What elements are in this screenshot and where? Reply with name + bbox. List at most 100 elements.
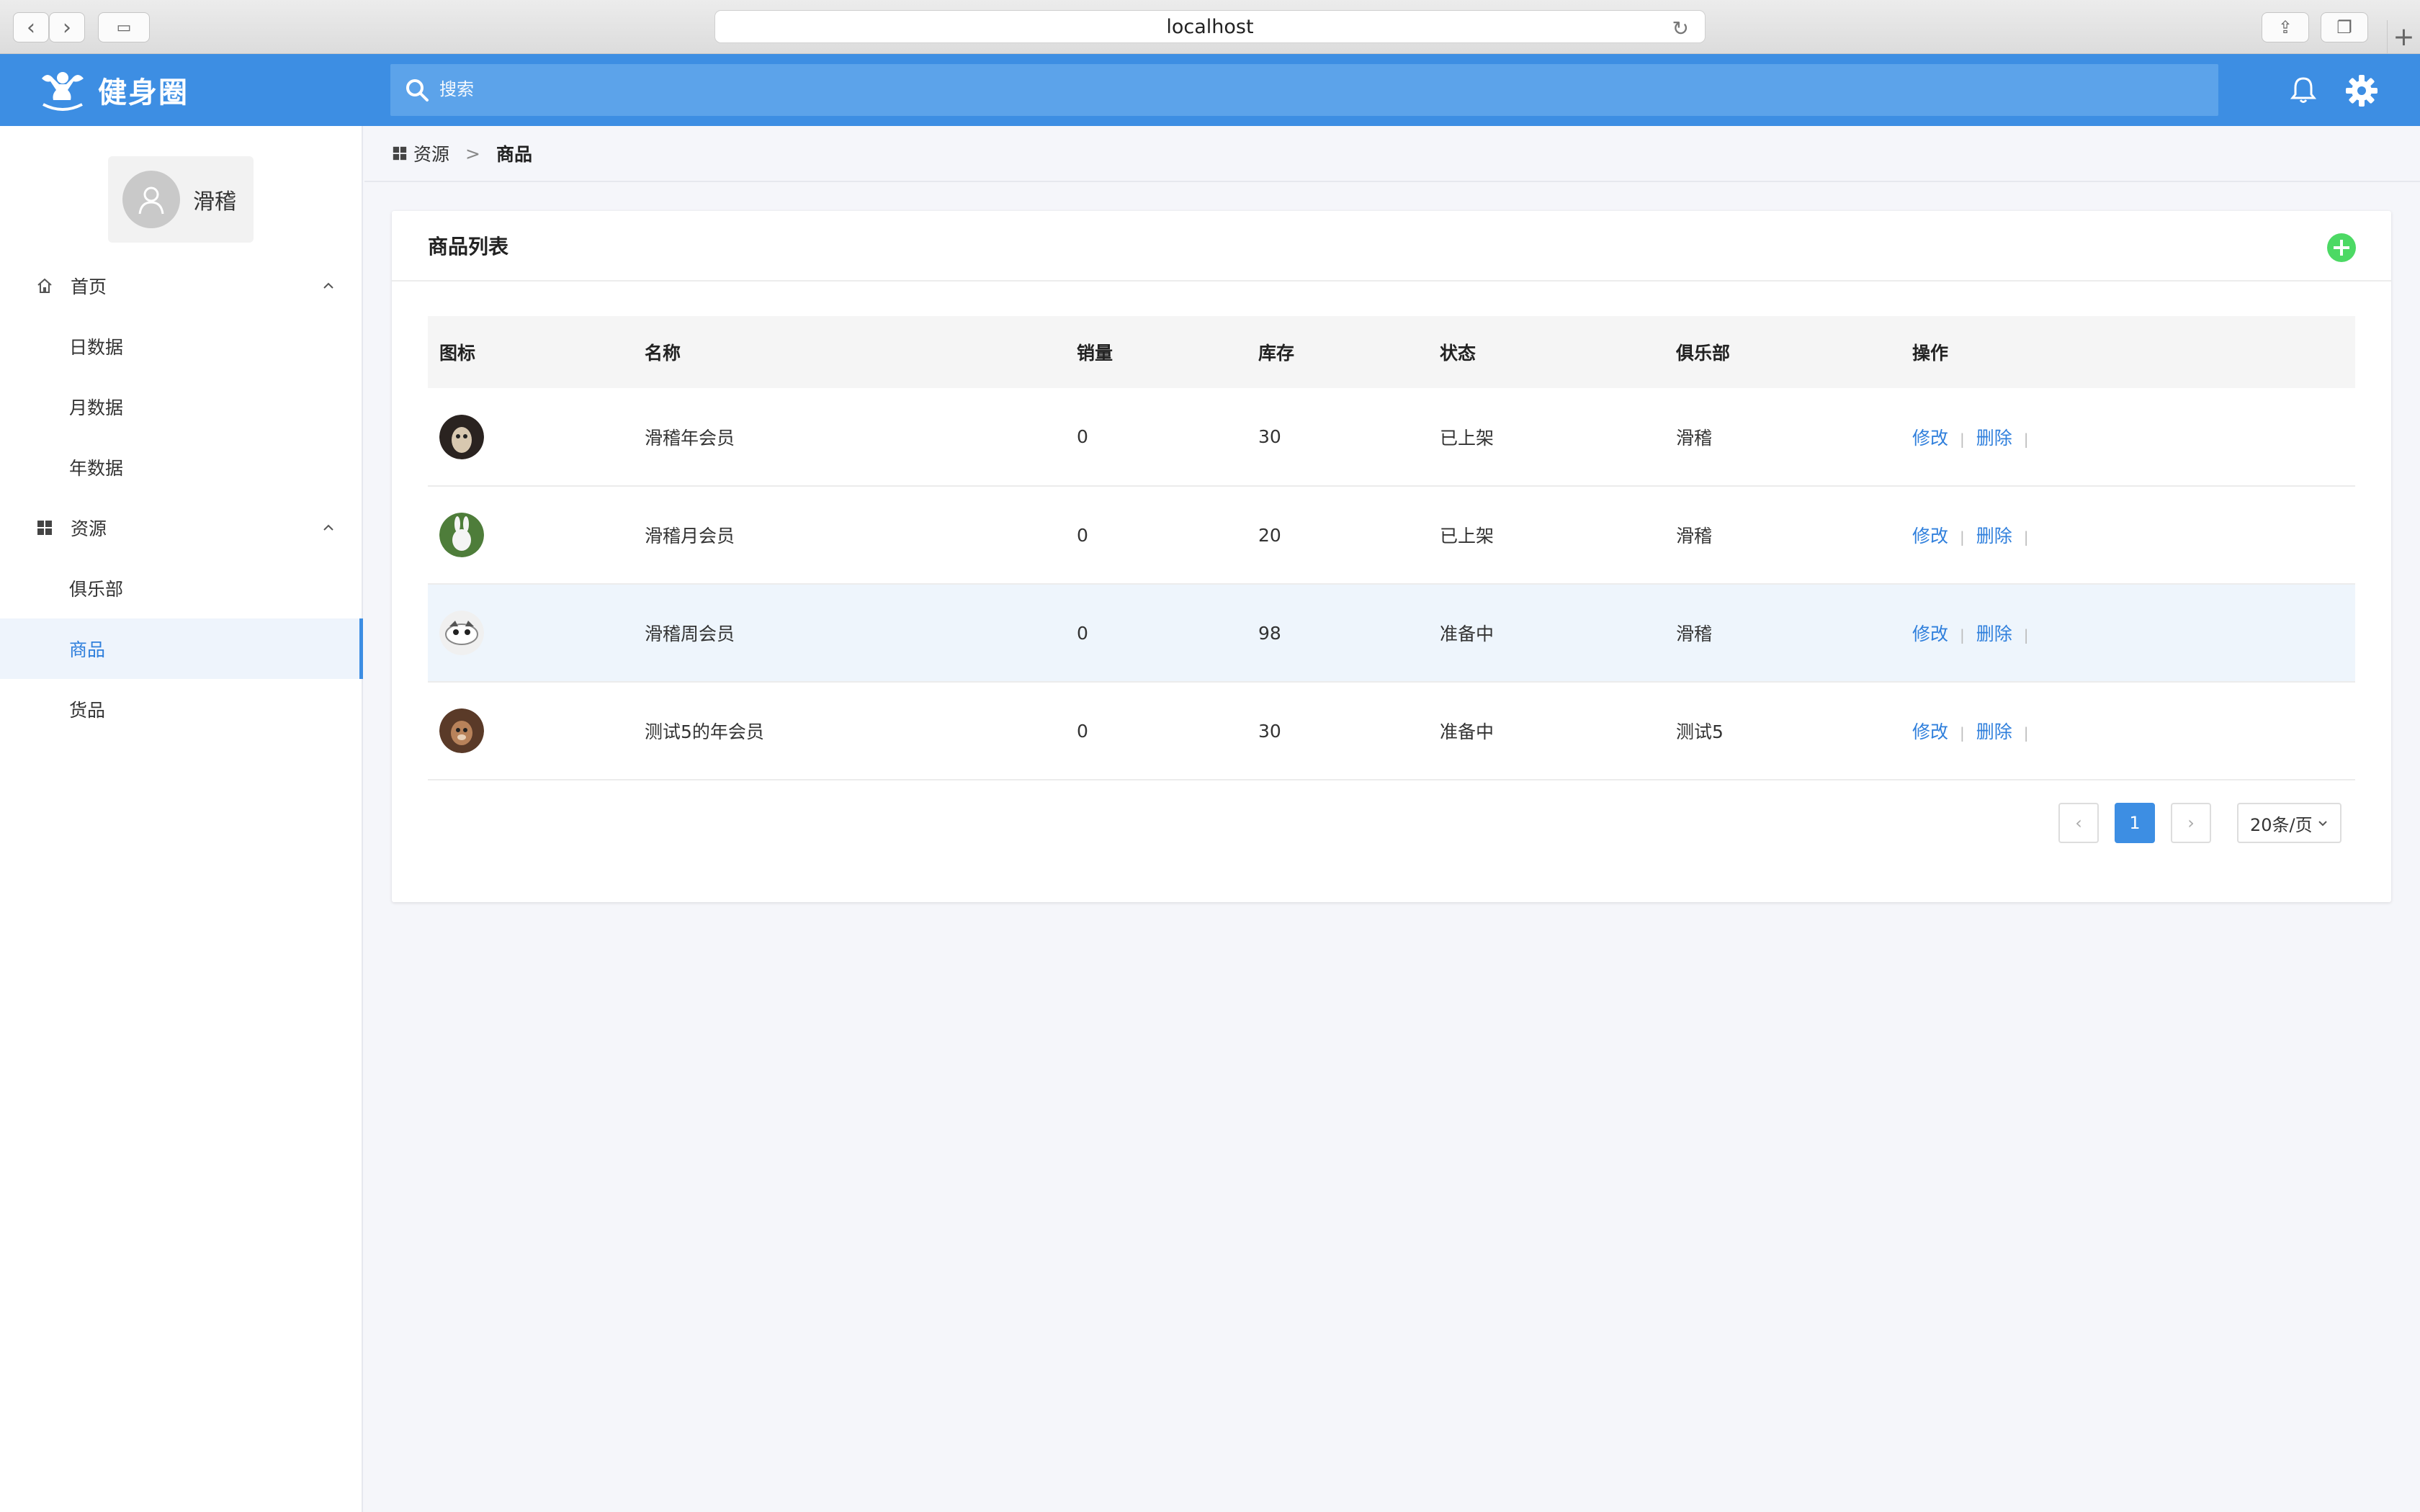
product-stock: 98 xyxy=(1258,622,1281,644)
product-thumbnail xyxy=(439,513,484,557)
product-name: 滑稽年会员 xyxy=(645,427,735,449)
new-tab-icon[interactable]: + xyxy=(2387,20,2420,53)
product-thumbnail xyxy=(439,414,484,459)
delete-button[interactable]: 删除 xyxy=(1976,624,2012,644)
column-header[interactable]: 名称 xyxy=(633,316,1065,388)
edit-button[interactable]: 修改 xyxy=(1912,526,1948,546)
product-status: 准备中 xyxy=(1440,624,1494,644)
column-header[interactable]: 俱乐部 xyxy=(1664,316,1901,388)
breadcrumb-separator: > xyxy=(465,143,480,164)
chevron-down-icon xyxy=(2318,821,2327,827)
app-header: 健身圈 xyxy=(0,54,2420,126)
logo-icon xyxy=(42,72,84,111)
product-name: 滑稽周会员 xyxy=(645,624,735,644)
sidebar-item-label: 俱乐部 xyxy=(69,579,124,600)
action-separator: | xyxy=(2023,430,2029,448)
sidebar-group-label: 首页 xyxy=(71,276,107,297)
share-icon[interactable]: ⇪ xyxy=(2262,12,2309,42)
gear-icon[interactable] xyxy=(2345,74,2378,107)
sidebar-group-resources[interactable]: 资源 xyxy=(0,498,363,558)
url-text: localhost xyxy=(1166,15,1254,38)
sidebar-item-yearly-data[interactable]: 年数据 xyxy=(0,437,363,498)
product-status: 准备中 xyxy=(1440,721,1494,742)
page-size-label: 20条/页 xyxy=(2250,814,2313,835)
sidebar-group-home[interactable]: 首页 xyxy=(0,256,363,316)
breadcrumb-current: 商品 xyxy=(496,144,532,165)
action-separator: | xyxy=(1960,724,1965,742)
user-icon xyxy=(138,186,164,215)
table-header-row: 图标 名称 销量 库存 状态 俱乐部 操作 xyxy=(428,316,2355,388)
address-bar[interactable]: localhost ↻ xyxy=(714,10,1706,43)
page-size-select[interactable]: 20条/页 xyxy=(2237,803,2341,843)
product-thumbnail xyxy=(439,611,484,655)
grid-icon xyxy=(393,146,407,161)
action-separator: | xyxy=(2023,528,2029,546)
edit-button[interactable]: 修改 xyxy=(1912,721,1948,742)
breadcrumb-parent[interactable]: 资源 xyxy=(413,140,449,166)
edit-button[interactable]: 修改 xyxy=(1912,428,1948,449)
action-separator: | xyxy=(2023,724,2029,742)
action-separator: | xyxy=(1960,430,1965,448)
column-header[interactable]: 状态 xyxy=(1428,316,1664,388)
sidebar-item-products[interactable]: 商品 xyxy=(0,618,363,679)
product-club: 滑稽 xyxy=(1676,526,1713,546)
card-header: 商品列表 xyxy=(392,211,2391,282)
column-header[interactable]: 图标 xyxy=(428,316,633,388)
add-product-button[interactable] xyxy=(2326,233,2357,263)
edit-button[interactable]: 修改 xyxy=(1912,624,1948,644)
app-name: 健身圈 xyxy=(98,76,189,109)
column-header[interactable]: 操作 xyxy=(1901,316,2355,388)
product-stock: 20 xyxy=(1258,524,1281,546)
table-row[interactable]: 测试5的年会员 0 30 准备中 测试5 修改 | 删除 | xyxy=(428,682,2355,780)
brand[interactable]: 健身圈 xyxy=(39,68,189,112)
sidebar-item-monthly-data[interactable]: 月数据 xyxy=(0,377,363,437)
browser-toolbar: ‹ › ▭ localhost ↻ ⇪ ❐ + xyxy=(0,0,2420,54)
page-button-current[interactable]: 1 xyxy=(2115,803,2155,843)
search-icon xyxy=(406,79,429,102)
sidebar-item-goods[interactable]: 货品 xyxy=(0,679,363,739)
column-header[interactable]: 销量 xyxy=(1065,316,1247,388)
product-club: 测试5 xyxy=(1676,721,1724,742)
forward-button[interactable]: › xyxy=(49,12,85,42)
sidebar-toggle-icon[interactable]: ▭ xyxy=(98,12,150,42)
column-header[interactable]: 库存 xyxy=(1247,316,1428,388)
table-row[interactable]: 滑稽周会员 0 98 准备中 滑稽 修改 | 删除 | xyxy=(428,584,2355,682)
delete-button[interactable]: 删除 xyxy=(1976,428,2012,449)
avatar xyxy=(122,171,180,228)
action-separator: | xyxy=(1960,528,1965,546)
sidebar-item-clubs[interactable]: 俱乐部 xyxy=(0,558,363,618)
sidebar-group-label: 资源 xyxy=(71,518,107,539)
search-bar[interactable] xyxy=(390,64,2218,116)
table-row[interactable]: 滑稽月会员 0 20 已上架 滑稽 修改 | 删除 | xyxy=(428,486,2355,584)
sidebar-item-label: 年数据 xyxy=(69,458,124,479)
back-button[interactable]: ‹ xyxy=(13,12,49,42)
product-thumbnail xyxy=(439,708,484,753)
breadcrumb: 资源 > 商品 xyxy=(364,126,2420,182)
action-separator: | xyxy=(2023,626,2029,644)
sidebar-item-daily-data[interactable]: 日数据 xyxy=(0,316,363,377)
product-name: 测试5的年会员 xyxy=(645,721,764,742)
product-list-card: 商品列表 图标 名称 销量 库存 状态 俱乐部 操作 滑稽年会员 0 30 已上… xyxy=(392,211,2391,902)
user-card[interactable]: 滑稽 xyxy=(108,156,254,243)
product-stock: 30 xyxy=(1258,720,1281,742)
delete-button[interactable]: 删除 xyxy=(1976,526,2012,546)
product-sales: 0 xyxy=(1077,524,1088,546)
chevron-up-icon xyxy=(323,282,333,289)
user-name: 滑稽 xyxy=(193,189,236,215)
product-club: 滑稽 xyxy=(1676,427,1713,449)
sidebar-item-label: 日数据 xyxy=(69,337,124,358)
sidebar-item-label: 货品 xyxy=(69,700,106,721)
delete-button[interactable]: 删除 xyxy=(1976,721,2012,742)
tabs-icon[interactable]: ❐ xyxy=(2321,12,2368,42)
table-row[interactable]: 滑稽年会员 0 30 已上架 滑稽 修改 | 删除 | xyxy=(428,388,2355,486)
sidebar-item-label: 商品 xyxy=(69,639,106,660)
search-input[interactable] xyxy=(439,80,2168,100)
prev-page-button[interactable]: ‹ xyxy=(2058,803,2099,843)
next-page-button[interactable]: › xyxy=(2171,803,2211,843)
bell-icon[interactable] xyxy=(2289,76,2318,104)
card-title: 商品列表 xyxy=(428,235,509,258)
sidebar-item-label: 月数据 xyxy=(69,397,124,418)
reload-icon[interactable]: ↻ xyxy=(1672,17,1689,40)
product-sales: 0 xyxy=(1077,720,1088,742)
action-separator: | xyxy=(1960,626,1965,644)
